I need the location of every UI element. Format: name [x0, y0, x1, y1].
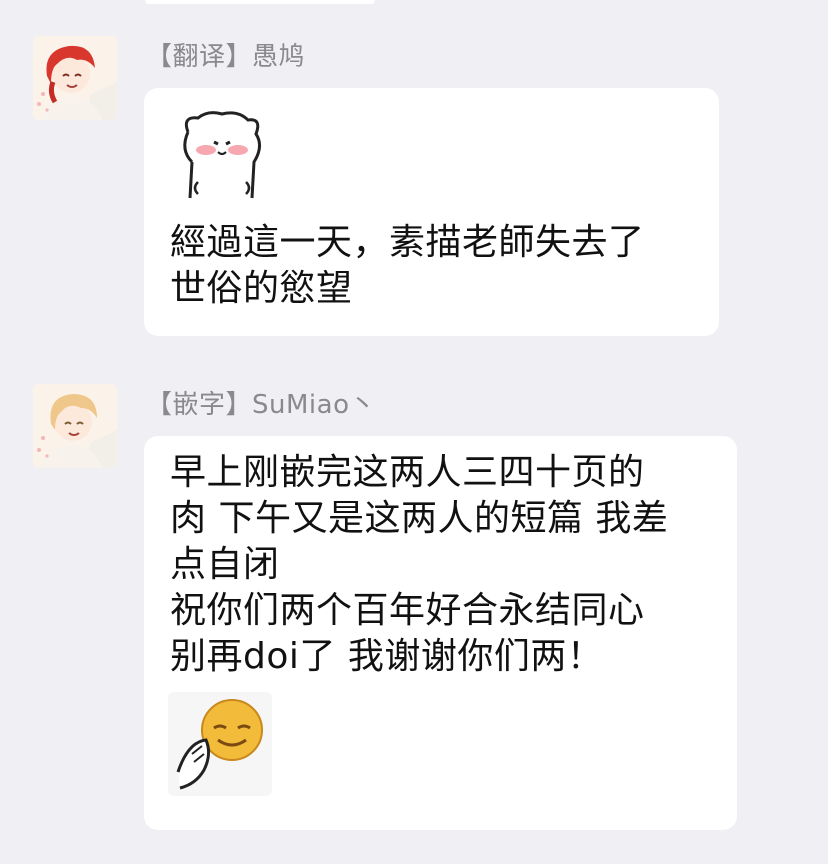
sender-name: 【嵌字】SuMiao丶	[146, 390, 376, 420]
sender-name: 【翻译】愚鸠	[146, 42, 306, 72]
avatar[interactable]	[33, 36, 117, 120]
message-text: 經過這一天，素描老師失去了 世俗的慾望	[170, 222, 645, 309]
white-bear-blushing-sticker[interactable]	[168, 102, 276, 210]
message-text: 早上刚嵌完这两人三四十页的 肉 下午又是这两人的短篇 我差 点自闭 祝你们两个百…	[170, 452, 669, 677]
previous-message-edge	[145, 0, 375, 4]
smiley-sticker-icon	[168, 692, 272, 796]
message-bubble[interactable]: 經過這一天，素描老師失去了 世俗的慾望	[144, 88, 719, 336]
praying-smiley-sticker[interactable]	[168, 692, 272, 796]
avatar[interactable]	[33, 384, 117, 468]
bear-sticker-icon	[168, 102, 276, 210]
red-hair-anime-avatar-icon	[33, 36, 117, 120]
blonde-anime-avatar-icon	[33, 384, 117, 468]
message-bubble[interactable]: 早上刚嵌完这两人三四十页的 肉 下午又是这两人的短篇 我差 点自闭 祝你们两个百…	[144, 436, 737, 830]
